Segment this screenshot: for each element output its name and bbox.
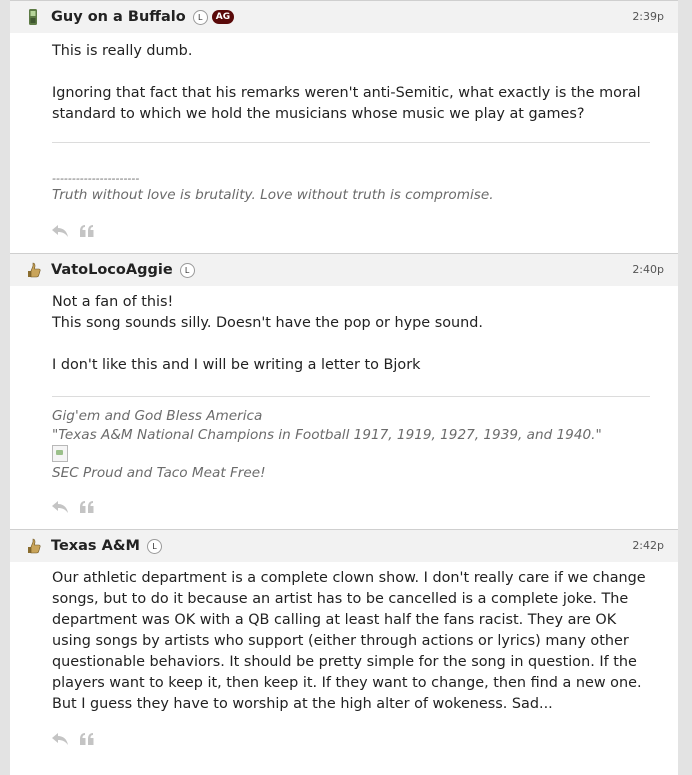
post-timestamp[interactable]: 2:39p [632,10,664,23]
post-actions [10,501,678,513]
username[interactable]: Guy on a Buffalo [51,9,186,25]
quote-icon[interactable] [80,225,94,237]
post-header: Guy on a Buffalo L AG 2:39p [10,1,678,33]
username[interactable]: Texas A&M [51,538,140,554]
signature-dashes: ---------------------- [52,172,140,185]
post-timestamp[interactable]: 2:40p [632,263,664,276]
signature-line: "Texas A&M National Champions in Footbal… [52,427,602,443]
post: Texas A&M L 2:42p Our athletic departmen… [10,529,678,775]
quote-icon[interactable] [80,733,94,745]
thread: Guy on a Buffalo L AG 2:39p This is real… [10,0,678,775]
post-header: VatoLocoAggie L 2:40p [10,254,678,286]
post-timestamp[interactable]: 2:42p [632,539,664,552]
post-text: Ignoring that fact that his remarks were… [52,85,641,122]
reply-icon[interactable] [52,501,68,513]
green-phone-icon[interactable] [24,8,42,26]
post-body: Our athletic department is a complete cl… [10,562,678,715]
post-text: This song sounds silly. Doesn't have the… [52,315,483,331]
signature-line: SEC Proud and Taco Meat Free! [52,465,266,481]
post-actions [10,733,678,745]
post-body: This is really dumb. Ignoring that fact … [10,33,678,205]
signature-line: Gig'em and God Bless America [52,408,263,424]
post: VatoLocoAggie L 2:40p Not a fan of this!… [10,253,678,529]
gig-em-thumb-icon[interactable] [24,261,42,279]
reply-icon[interactable] [52,733,68,745]
lifetime-badge: L [146,538,162,554]
reply-icon[interactable] [52,225,68,237]
broken-image-icon [52,445,68,462]
gig-em-thumb-icon[interactable] [24,537,42,555]
post-header: Texas A&M L 2:42p [10,530,678,562]
ag-badge: AG [211,10,235,24]
post-text: This is really dumb. [52,43,193,59]
quote-icon[interactable] [80,501,94,513]
post-text: I don't like this and I will be writing … [52,357,421,373]
post: Guy on a Buffalo L AG 2:39p This is real… [10,0,678,253]
post-text: Our athletic department is a complete cl… [52,570,646,712]
post-text: Not a fan of this! [52,294,174,310]
post-actions [10,225,678,237]
post-body: Not a fan of this! This song sounds sill… [10,286,678,483]
signature-quote: Truth without love is brutality. Love wi… [52,187,494,203]
username[interactable]: VatoLocoAggie [51,262,173,278]
lifetime-badge: L [192,9,208,25]
lifetime-badge: L [179,262,195,278]
